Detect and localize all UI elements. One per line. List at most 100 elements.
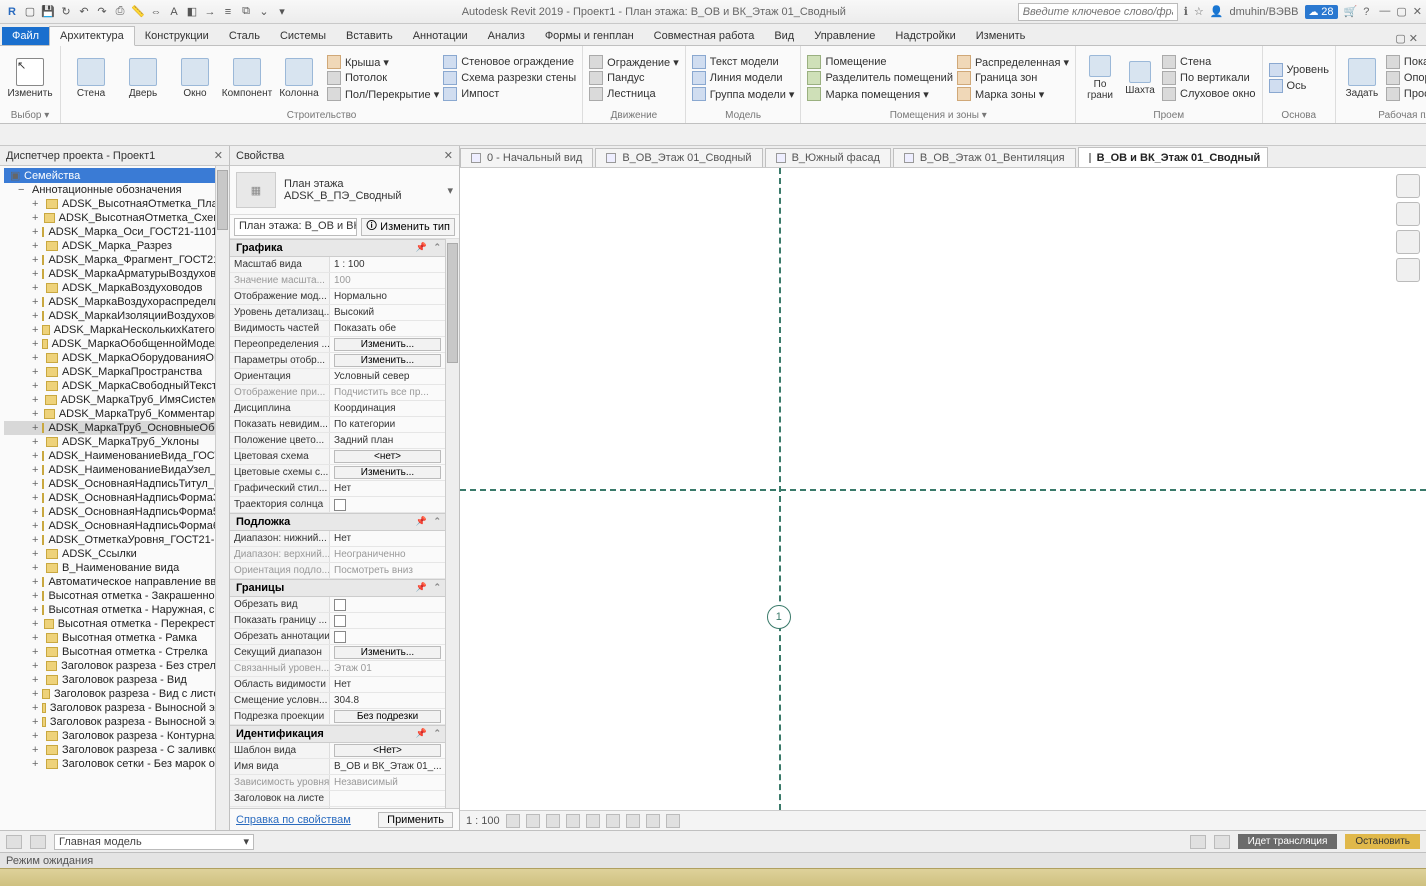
tab-Архитектура[interactable]: Архитектура xyxy=(49,26,135,46)
crop-icon[interactable] xyxy=(606,814,620,828)
tree-item[interactable]: +Высотная отметка - Перекрестие xyxy=(4,617,229,631)
tree-item[interactable]: +Заголовок разреза - Вид с листом xyxy=(4,687,229,701)
scrollbar[interactable] xyxy=(445,239,459,808)
tree-item[interactable]: +ADSK_ВысотнаяОтметка_Схема xyxy=(4,211,229,225)
ceiling-button[interactable]: Потолок xyxy=(327,71,439,85)
prop-row[interactable]: Показать границу ... xyxy=(230,613,445,629)
prop-row[interactable]: Переопределения ...Изменить... xyxy=(230,337,445,353)
prop-row[interactable]: Значение масшта...100 xyxy=(230,273,445,289)
prop-row[interactable]: ДисциплинаКоординация xyxy=(230,401,445,417)
grid-button[interactable]: Ось xyxy=(1269,79,1329,93)
undo-icon[interactable]: ↶ xyxy=(76,4,92,20)
tag-icon[interactable]: ◧ xyxy=(184,4,200,20)
props-help-link[interactable]: Справка по свойствам xyxy=(236,814,351,826)
prop-row[interactable]: Показать невидим...По категории xyxy=(230,417,445,433)
area-boundary-button[interactable]: Граница зон xyxy=(957,71,1069,85)
prop-category[interactable]: Графика📌⌃ xyxy=(230,239,445,257)
tree-item[interactable]: +ADSK_НаименованиеВидаУзел_ГОС xyxy=(4,463,229,477)
apply-button[interactable]: Применить xyxy=(378,812,453,828)
ramp-button[interactable]: Пандус xyxy=(589,71,679,85)
dim-icon[interactable]: ⇔ xyxy=(148,4,164,20)
prop-row[interactable]: Имя видаВ_ОВ и ВК_Этаж 01_... xyxy=(230,759,445,775)
prop-category[interactable]: Подложка📌⌃ xyxy=(230,513,445,531)
tree-item[interactable]: +ADSK_МаркаНесколькихКатегори xyxy=(4,323,229,337)
signin-icon[interactable]: 👤 xyxy=(1210,5,1224,18)
grid-bubble[interactable]: 1 xyxy=(767,605,791,629)
tree-item[interactable]: +ADSK_Марка_Оси_ГОСТ21-1101-20 xyxy=(4,225,229,239)
tree-item[interactable]: +ADSK_ОсновнаяНадписьТитул_ГОС xyxy=(4,477,229,491)
doc-tab[interactable]: В_ОВ_Этаж 01_Вентиляция xyxy=(893,148,1076,167)
tree-cat-annotations[interactable]: −Аннотационные обозначения xyxy=(4,183,229,197)
room-button[interactable]: Помещение xyxy=(807,55,953,69)
navwheel-icon[interactable] xyxy=(1396,202,1420,226)
tab-Аннотации[interactable]: Аннотации xyxy=(403,27,478,45)
tree-item[interactable]: +ADSK_МаркаПространства xyxy=(4,365,229,379)
modify-button[interactable]: ↖Изменить xyxy=(6,58,54,99)
prop-row[interactable]: Ссылающийся лист xyxy=(230,807,445,808)
area-button[interactable]: Распределенная ▾ xyxy=(957,55,1069,69)
prop-row[interactable]: Отображение при...Подчистить все пр... xyxy=(230,385,445,401)
prop-row[interactable]: Область видимостиНет xyxy=(230,677,445,693)
prop-row[interactable]: ОриентацияУсловный север xyxy=(230,369,445,385)
redo-icon[interactable]: ↷ xyxy=(94,4,110,20)
star-icon[interactable]: ☆ xyxy=(1194,5,1204,18)
detail-icon[interactable] xyxy=(506,814,520,828)
prop-row[interactable]: Цветовая схема<нет> xyxy=(230,449,445,465)
scrollbar[interactable] xyxy=(215,166,229,830)
open-icon[interactable]: ▢ xyxy=(22,4,38,20)
save-icon[interactable]: 💾 xyxy=(40,4,56,20)
tree-item[interactable]: +ADSK_МаркаТруб_Комментарии xyxy=(4,407,229,421)
component-button[interactable]: Компонент xyxy=(223,58,271,99)
hide-icon[interactable] xyxy=(646,814,660,828)
app-icon[interactable]: R xyxy=(4,4,20,20)
thin-icon[interactable]: ≡ xyxy=(220,4,236,20)
tree-item[interactable]: +ADSK_МаркаВоздуховодов xyxy=(4,281,229,295)
help-icon[interactable]: ? xyxy=(1363,6,1369,18)
tree-item[interactable]: +Высотная отметка - Рамка xyxy=(4,631,229,645)
sync-icon[interactable]: ↻ xyxy=(58,4,74,20)
pan-icon[interactable] xyxy=(1396,230,1420,254)
tree[interactable]: ▣Семейства −Аннотационные обозначения +A… xyxy=(0,166,229,830)
tree-item[interactable]: +ADSK_ОсновнаяНадписьФорма5_Г xyxy=(4,505,229,519)
shadow-icon[interactable] xyxy=(566,814,580,828)
scale-button[interactable]: 1 : 100 xyxy=(466,815,500,827)
prop-row[interactable]: Шаблон вида<Нет> xyxy=(230,743,445,759)
prop-row[interactable]: Положение цвето...Задний план xyxy=(230,433,445,449)
filter-icon[interactable] xyxy=(1190,835,1206,849)
prop-row[interactable]: Диапазон: нижний...Нет xyxy=(230,531,445,547)
tree-item[interactable]: +ADSK_ОсновнаяНадписьФорма3_Г xyxy=(4,491,229,505)
doc-tab[interactable]: В_Южный фасад xyxy=(765,148,891,167)
prop-row[interactable]: Подрезка проекцииБез подрезки xyxy=(230,709,445,725)
tree-item[interactable]: +В_Наименование вида xyxy=(4,561,229,575)
level-button[interactable]: Уровень xyxy=(1269,63,1329,77)
stair-button[interactable]: Лестница xyxy=(589,87,679,101)
prop-row[interactable]: Отображение мод...Нормально xyxy=(230,289,445,305)
tab-Сталь[interactable]: Сталь xyxy=(219,27,270,45)
dormer-button[interactable]: Слуховое окно xyxy=(1162,87,1256,101)
tab-Управление[interactable]: Управление xyxy=(804,27,885,45)
tab-Вставить[interactable]: Вставить xyxy=(336,27,403,45)
tree-item[interactable]: +ADSK_Ссылки xyxy=(4,547,229,561)
curtain-grid-button[interactable]: Схема разрезки стены xyxy=(443,71,576,85)
doc-tab[interactable]: В_ОВ_Этаж 01_Сводный xyxy=(595,148,762,167)
tree-item[interactable]: +ADSK_МаркаТруб_ОсновныеОбозначения xyxy=(4,421,229,435)
measure-icon[interactable]: 📏 xyxy=(130,4,146,20)
type-selector[interactable]: План этажа: В_ОВ и ВК_Эт ▾ xyxy=(234,218,357,236)
model-line-button[interactable]: Линия модели xyxy=(692,71,795,85)
prop-row[interactable]: Графический стил...Нет xyxy=(230,481,445,497)
prop-row[interactable]: Ориентация подло...Посмотреть вниз xyxy=(230,563,445,579)
zoom-icon[interactable] xyxy=(1396,258,1420,282)
workset-combo[interactable]: Главная модель▾ xyxy=(54,834,254,850)
prop-row[interactable]: Зависимость уровняНезависимый xyxy=(230,775,445,791)
tree-item[interactable]: +ADSK_МаркаИзоляцииВоздуховодо xyxy=(4,309,229,323)
tree-item[interactable]: +ADSK_НаименованиеВида_ГОСТ21- xyxy=(4,449,229,463)
tree-item[interactable]: +ADSK_ОтметкаУровня_ГОСТ21-110 xyxy=(4,533,229,547)
prop-row[interactable]: Уровень детализац...Высокий xyxy=(230,305,445,321)
home-icon[interactable] xyxy=(1396,174,1420,198)
area-tag-button[interactable]: Марка зоны ▾ xyxy=(957,87,1069,101)
tree-item[interactable]: +ADSK_МаркаВоздухораспределите xyxy=(4,295,229,309)
chevron-down-icon[interactable]: ▾ xyxy=(447,184,453,197)
tree-item[interactable]: +ADSK_МаркаАрматурыВоздуховод xyxy=(4,267,229,281)
shaft-button[interactable]: Шахта xyxy=(1122,61,1158,96)
room-tag-button[interactable]: Марка помещения ▾ xyxy=(807,87,953,101)
